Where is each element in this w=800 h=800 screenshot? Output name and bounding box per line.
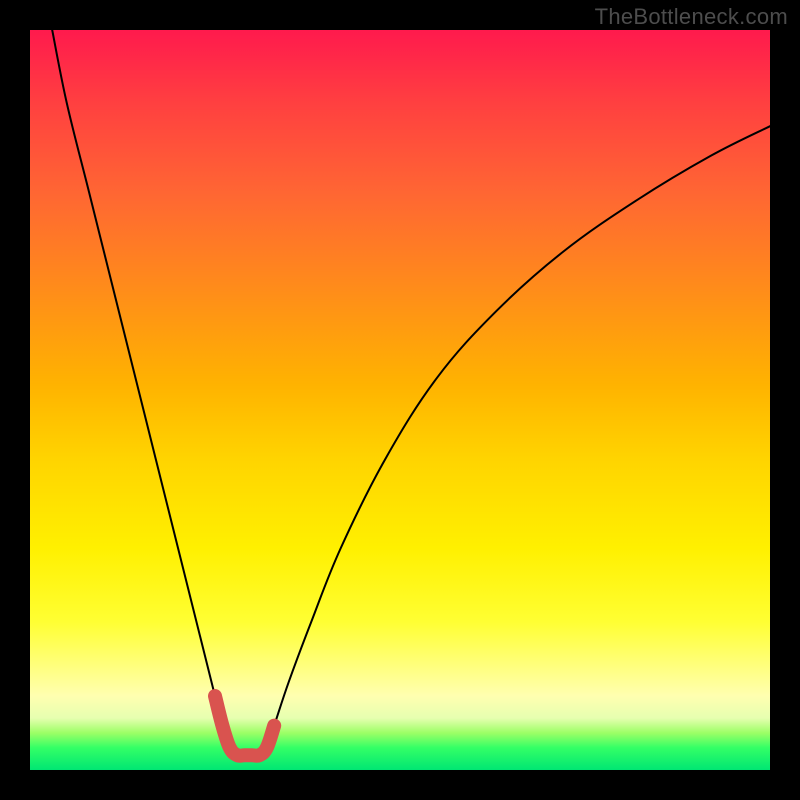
watermark-text: TheBottleneck.com — [595, 4, 788, 30]
curve-svg — [30, 30, 770, 770]
highlight-segment — [215, 696, 274, 756]
bottleneck-curve — [52, 30, 770, 756]
plot-area — [30, 30, 770, 770]
chart-frame: TheBottleneck.com — [0, 0, 800, 800]
